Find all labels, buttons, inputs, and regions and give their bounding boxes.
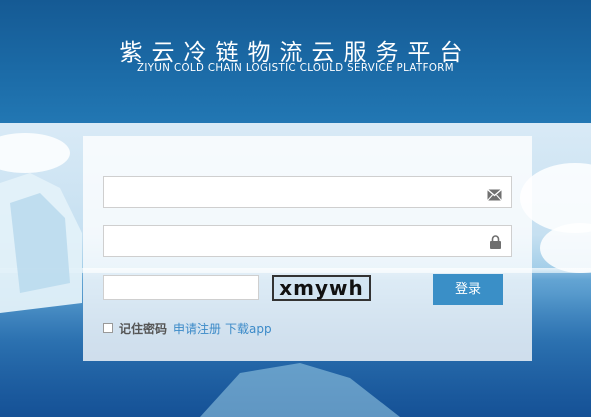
- platform-subtitle: ZIYUN COLD CHAIN LOGISTIC CLOULD SERVICE…: [137, 63, 454, 74]
- platform-title: 紫云冷链物流云服务平台: [119, 40, 472, 66]
- email-input[interactable]: [104, 177, 490, 207]
- remember-checkbox[interactable]: [103, 323, 113, 333]
- remember-row: 记住密码 申请注册 下载app: [103, 320, 276, 336]
- captcha-input[interactable]: [103, 275, 259, 300]
- remember-label: 记住密码: [119, 321, 168, 336]
- register-link[interactable]: 申请注册: [173, 320, 221, 337]
- captcha-image[interactable]: xmywh: [272, 275, 371, 301]
- envelope-icon: [487, 186, 502, 201]
- download-app-link[interactable]: 下载app: [225, 320, 272, 337]
- password-field[interactable]: [103, 225, 512, 257]
- login-button[interactable]: 登录: [433, 274, 503, 305]
- password-input[interactable]: [104, 226, 490, 256]
- lock-icon: [489, 234, 502, 249]
- email-field[interactable]: [103, 176, 512, 208]
- header-banner: 紫云冷链物流云服务平台 ZIYUN COLD CHAIN LOGISTIC CL…: [0, 0, 591, 123]
